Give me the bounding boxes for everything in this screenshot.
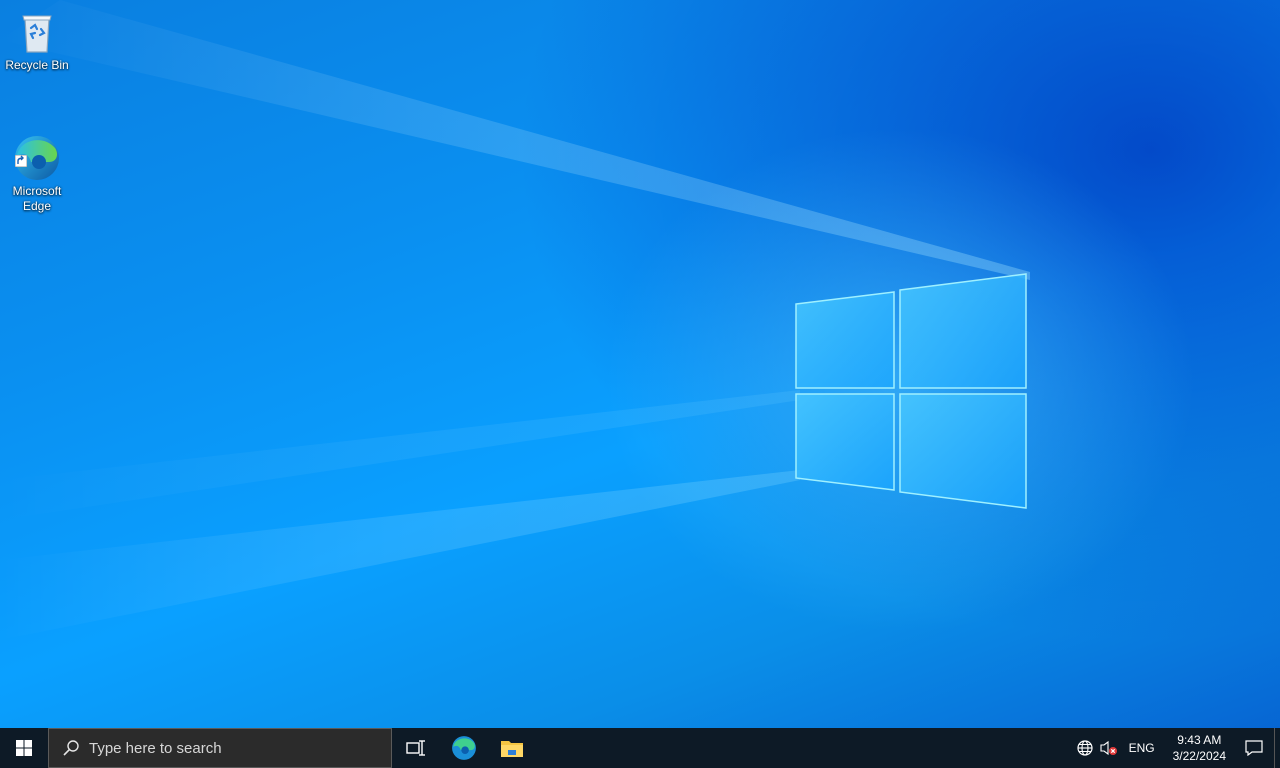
desktop: Recycle Bin Microsoft Edge <box>0 0 1280 728</box>
taskbar-file-explorer-button[interactable] <box>488 728 536 768</box>
action-center-icon <box>1245 740 1263 756</box>
desktop-icon-label: Recycle Bin <box>5 58 69 72</box>
windows-logo-icon <box>16 740 32 756</box>
search-input[interactable]: Type here to search <box>48 728 392 768</box>
wallpaper-light-beams <box>0 0 1280 728</box>
system-tray: ENG 9:43 AM 3/22/2024 <box>1073 728 1280 768</box>
edge-icon <box>13 119 61 180</box>
desktop-icon-label: Microsoft Edge <box>12 184 62 213</box>
action-center-button[interactable] <box>1234 728 1274 768</box>
task-view-icon <box>406 740 425 756</box>
speaker-muted-icon <box>1100 740 1117 756</box>
clock-date: 3/22/2024 <box>1172 749 1226 763</box>
input-language-indicator[interactable]: ENG <box>1121 741 1165 755</box>
show-desktop-button[interactable] <box>1274 728 1280 768</box>
shortcut-arrow-icon <box>15 155 27 167</box>
wallpaper-windows-logo <box>780 260 1040 525</box>
network-button[interactable] <box>1073 728 1097 768</box>
search-placeholder: Type here to search <box>89 739 222 757</box>
task-view-button[interactable] <box>392 728 440 768</box>
taskbar: Type here to search ENG 9:43 AM 3/22/202… <box>0 728 1280 768</box>
desktop-icon-microsoft-edge[interactable]: Microsoft Edge <box>1 104 73 229</box>
folder-icon <box>501 741 523 757</box>
clock[interactable]: 9:43 AM 3/22/2024 <box>1165 732 1234 764</box>
recycle-bin-icon <box>13 8 61 56</box>
taskbar-edge-button[interactable] <box>440 728 488 768</box>
clock-time: 9:43 AM <box>1177 733 1222 747</box>
volume-button[interactable] <box>1097 728 1121 768</box>
globe-icon <box>1076 740 1093 756</box>
search-icon <box>59 736 83 760</box>
start-button[interactable] <box>0 728 48 768</box>
desktop-icon-recycle-bin[interactable]: Recycle Bin <box>1 8 73 73</box>
edge-icon <box>452 736 476 760</box>
